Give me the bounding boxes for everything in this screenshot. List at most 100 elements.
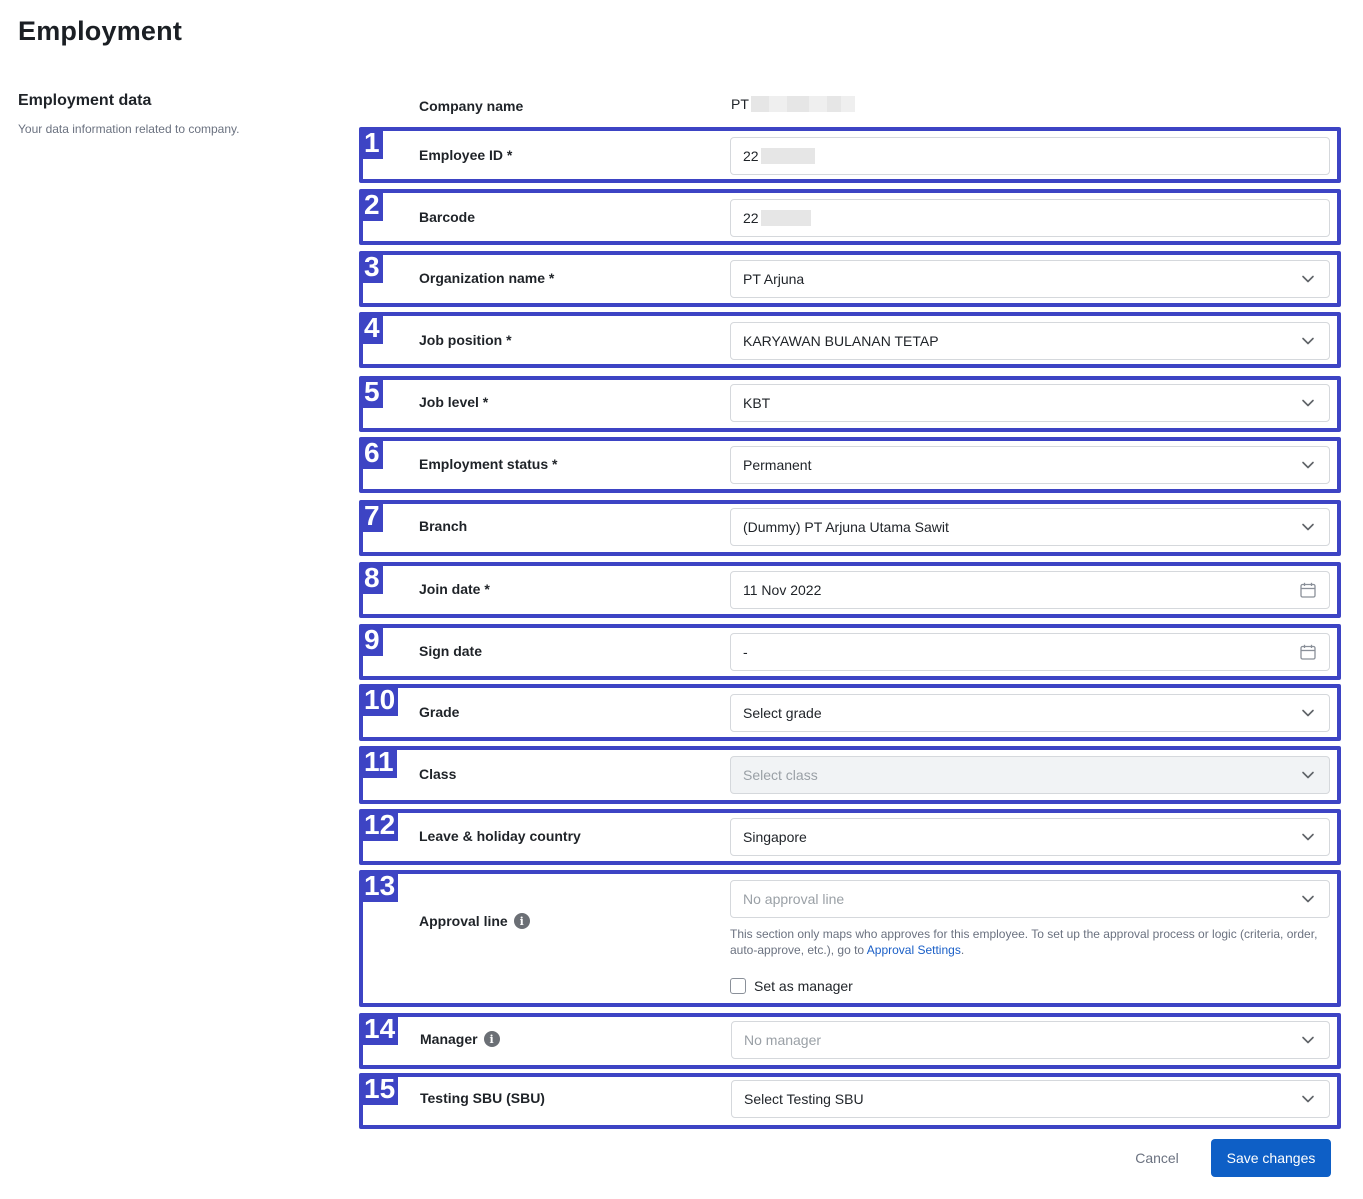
field-value-text: Permanent [743,457,812,473]
approval-help-text: This section only maps who approves for … [730,926,1320,958]
field-value: Select grade [743,705,1299,721]
field-value: No approval line [743,891,1299,907]
redacted-block [840,96,855,112]
field-label: Manager i [420,1031,500,1047]
section-subtitle: Your data information related to company… [18,122,240,136]
chevron-down-icon [1299,518,1317,536]
info-icon[interactable]: i [483,1031,500,1047]
number-badge: 14 [361,1015,399,1045]
calendar-icon [1299,581,1317,599]
number-badge: 10 [361,686,399,716]
field-value: KBT [743,395,1299,411]
field-value-text: 11 Nov 2022 [743,582,822,598]
number-badge: 6 [361,439,383,469]
field-value: 22 [743,210,1317,226]
field-label-text: Class [419,766,457,782]
join-date-date-picker[interactable]: 11 Nov 2022 [730,571,1330,609]
number-badge: 12 [361,811,399,841]
field-value-text: Singapore [743,829,807,845]
set-as-manager-checkbox[interactable] [730,978,746,994]
chevron-down-icon [1299,456,1317,474]
field-label: Job level * [419,394,488,410]
field-value-text: Select grade [743,705,822,721]
approval-settings-link[interactable]: Approval Settings [867,943,961,957]
redacted-block [786,96,809,112]
approval-line-select[interactable]: No approval line [730,880,1330,918]
field-label: Employment status * [419,456,557,472]
redacted-block [808,96,827,112]
job-position-select[interactable]: KARYAWAN BULANAN TETAP [730,322,1330,360]
field-value: 11 Nov 2022 [743,582,1299,598]
testing-sbu-sbu-select[interactable]: Select Testing SBU [731,1080,1330,1118]
field-value-text: Select Testing SBU [744,1091,864,1107]
save-changes-button[interactable]: Save changes [1211,1139,1331,1177]
set-as-manager-row: Set as manager [730,978,853,994]
field-label: Approval line i [419,913,530,929]
redacted-block [760,210,811,226]
number-badge: 4 [361,314,383,344]
class-select: Select class [730,756,1330,794]
field-label-text: Job position * [419,332,512,348]
field-value-text: - [743,644,748,660]
field-value-text: No approval line [743,891,845,907]
number-badge: 8 [361,564,383,594]
sign-date-date-picker[interactable]: - [730,633,1330,671]
number-badge: 15 [361,1075,399,1105]
field-label: Job position * [419,332,512,348]
job-level-select[interactable]: KBT [730,384,1330,422]
number-badge: 7 [361,502,383,532]
set-as-manager-label: Set as manager [754,978,853,994]
field-label: Barcode [419,209,475,225]
field-value-text: (Dummy) PT Arjuna Utama Sawit [743,519,949,535]
field-label-text: Barcode [419,209,476,225]
grade-select[interactable]: Select grade [730,694,1330,732]
info-icon[interactable]: i [513,913,530,929]
field-label-text: Manager [420,1031,478,1047]
number-badge: 5 [361,378,383,408]
field-label-text: Organization name * [419,270,555,286]
branch-select[interactable]: (Dummy) PT Arjuna Utama Sawit [730,508,1330,546]
number-badge: 1 [361,129,383,159]
field-value: Permanent [743,457,1299,473]
field-label-text: Testing SBU (SBU) [420,1090,545,1106]
field-value: Select class [743,767,1299,783]
field-label-text: Branch [419,518,468,534]
redacted-block [750,96,769,112]
field-value-text: 22 [743,148,759,164]
approval-help-body: This section only maps who approves for … [730,927,1318,957]
field-value-text: Select class [743,767,818,783]
chevron-down-icon [1299,1090,1317,1108]
field-label-text: Employment status * [419,456,558,472]
approval-help-suffix: . [960,943,965,957]
field-label-text: Leave & holiday country [419,828,581,844]
field-label-text: Job level * [419,394,489,410]
field-label-text: Sign date [419,643,483,659]
field-value-text: 22 [743,210,759,226]
leave-holiday-country-select[interactable]: Singapore [730,818,1330,856]
chevron-down-icon [1299,890,1317,908]
redacted-block [826,96,841,112]
barcode-input[interactable]: 22 [730,199,1330,237]
chevron-down-icon [1299,1031,1317,1049]
employee-id-input[interactable]: 22 [730,137,1330,175]
field-label: Sign date [419,643,482,659]
field-value-text: KARYAWAN BULANAN TETAP [743,333,939,349]
chevron-down-icon [1299,270,1317,288]
field-label-text: Employee ID * [419,147,513,163]
field-label: Class [419,766,456,782]
field-label: Branch [419,518,467,534]
cancel-button[interactable]: Cancel [1118,1140,1196,1176]
chevron-down-icon [1299,828,1317,846]
field-value: 22 [743,148,1317,164]
employment-status-select[interactable]: Permanent [730,446,1330,484]
organization-name-select[interactable]: PT Arjuna [730,260,1330,298]
field-value: - [743,644,1299,660]
field-label: Organization name * [419,270,554,286]
redacted-block [760,148,815,164]
manager-select[interactable]: No manager [731,1021,1330,1059]
section-title: Employment data [18,92,152,109]
field-label: Testing SBU (SBU) [420,1090,545,1106]
chevron-down-icon [1299,394,1317,412]
company-name-label: Company name [419,98,524,114]
field-value: No manager [744,1032,1299,1048]
